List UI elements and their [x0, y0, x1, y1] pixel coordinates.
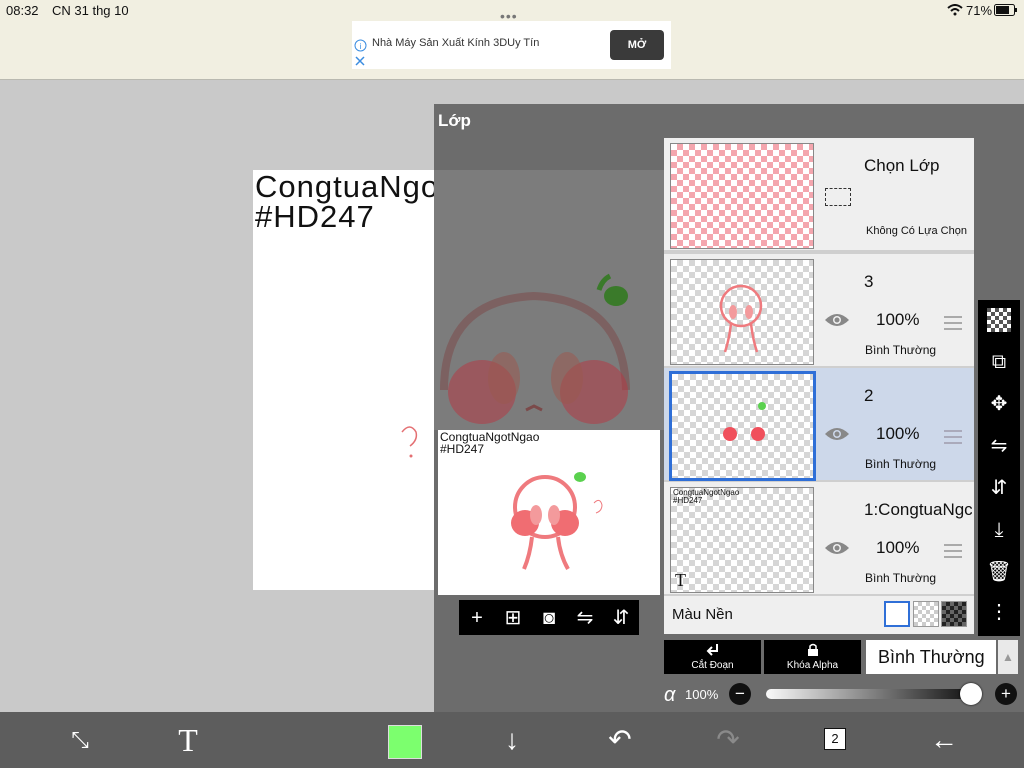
move-icon[interactable]: ✥ — [985, 390, 1013, 418]
thumbnail-text: CongtuaNgotNgao #HD247 — [440, 430, 540, 456]
visibility-eye-icon[interactable] — [824, 540, 850, 556]
transform-layer-icon[interactable]: ⧉ — [985, 348, 1013, 376]
ad-text: Nhà Máy Sản Xuất Kính 3DUy Tín — [372, 37, 540, 49]
layer-item-1[interactable]: CongtuaNgotNgao #HD247 T 1:CongtuaNgc 10… — [664, 482, 974, 594]
transform-eraser-icon[interactable]: ⤡ — [62, 722, 98, 758]
chevron-up-icon[interactable]: ▲ — [998, 640, 1018, 674]
layer-2-blend-mode: Bình Thường — [865, 457, 937, 471]
layer-1-opacity: 100% — [876, 538, 920, 557]
selection-marquee-icon — [825, 188, 851, 206]
alpha-lock-label: Khóa Alpha — [786, 660, 839, 671]
status-time: 08:32 — [6, 3, 39, 18]
merge-down-icon[interactable]: ⤓ — [985, 516, 1013, 544]
flip-horizontal-icon[interactable]: ⇋ — [985, 432, 1013, 460]
duplicate-layer-icon[interactable]: ⊞ — [499, 604, 527, 632]
thumbnail-character-drawing — [511, 472, 603, 570]
undo-icon[interactable]: ↶ — [602, 722, 638, 758]
layer-item-3[interactable]: 3 100% Bình Thường — [664, 254, 974, 366]
visibility-eye-icon[interactable] — [824, 426, 850, 442]
close-icon[interactable] — [355, 56, 365, 66]
checkerboard-icon[interactable] — [987, 308, 1011, 332]
current-color-swatch[interactable] — [388, 725, 422, 759]
layer-3-drawing — [719, 284, 763, 353]
selection-layer-name: Chọn Lớp — [864, 156, 940, 175]
alpha-slider[interactable] — [766, 689, 971, 699]
layer-3-name: 3 — [864, 272, 874, 291]
blend-mode-select[interactable]: Bình Thường — [866, 640, 996, 674]
selection-status: Không Có Lựa Chọn — [866, 225, 967, 237]
layer-1-thumbnail: CongtuaNgotNgao #HD247 T — [670, 487, 814, 593]
arrow-down-icon[interactable]: ↓ — [494, 722, 530, 758]
more-options-icon[interactable]: ⋮ — [985, 598, 1013, 626]
battery-percent: 71% — [966, 3, 993, 18]
layer-list: Chọn Lớp Không Có Lựa Chọn 3 100% Bình T… — [664, 138, 974, 634]
layer-2-thumbnail — [669, 371, 816, 481]
layer-1-thumbnail-text: CongtuaNgotNgao #HD247 — [673, 488, 740, 505]
clip-arrow-icon — [706, 644, 718, 656]
visibility-eye-icon[interactable] — [824, 312, 850, 328]
bottom-toolbar: ⤡ T ↓ ↶ ↷ 2 ← — [0, 712, 1024, 768]
alpha-lock-button[interactable]: Khóa Alpha — [764, 640, 861, 674]
layer-2-drawing — [723, 402, 766, 441]
bg-white-swatch[interactable] — [884, 601, 910, 627]
background-label: Màu Nền — [672, 606, 733, 623]
flip-vertical-icon[interactable]: ⇵ — [985, 474, 1013, 502]
trash-icon[interactable]: 🗑 — [985, 558, 1013, 586]
layer-3-thumbnail — [670, 259, 814, 365]
layers-button[interactable]: 2 — [818, 722, 854, 758]
back-arrow-icon[interactable]: ← — [926, 722, 962, 758]
canvas-question-doodle — [401, 426, 418, 458]
ad-banner[interactable]: i Nhà Máy Sản Xuất Kính 3DUy Tín MỞ — [352, 21, 671, 69]
drag-handle-icon[interactable] — [944, 430, 962, 444]
thumbnail-toolbar: + ⊞ ◙ ⇋ ⇵ — [459, 600, 639, 635]
lock-icon — [807, 643, 818, 656]
background-layer[interactable]: Màu Nền — [664, 596, 974, 634]
wifi-icon — [947, 4, 963, 16]
text-tool-icon[interactable]: T — [170, 722, 206, 758]
selection-layer[interactable]: Chọn Lớp Không Có Lựa Chọn — [664, 138, 974, 250]
layer-3-opacity: 100% — [876, 310, 920, 329]
selection-layer-thumbnail — [670, 143, 814, 249]
alpha-value: 100% — [685, 687, 719, 702]
add-layer-icon[interactable]: + — [463, 604, 491, 632]
clip-label: Cắt Đoạn — [691, 660, 734, 671]
alpha-decrease-button[interactable]: − — [729, 683, 751, 705]
clip-button[interactable]: Cắt Đoạn — [664, 640, 761, 674]
drag-handle-icon[interactable] — [944, 316, 962, 330]
layer-2-name: 2 — [864, 386, 874, 405]
camera-icon[interactable]: ◙ — [535, 604, 563, 632]
alpha-slider-handle[interactable] — [960, 683, 982, 705]
bg-dark-swatch[interactable] — [941, 601, 967, 627]
drag-handle-icon[interactable] — [944, 544, 962, 558]
flip-vertical-icon[interactable]: ⇵ — [607, 604, 635, 632]
alpha-symbol: α — [664, 684, 676, 706]
layer-3-blend-mode: Bình Thường — [865, 343, 937, 357]
character-preview-drawing — [440, 273, 630, 424]
status-date: CN 31 thg 10 — [52, 3, 129, 18]
redo-icon[interactable]: ↷ — [710, 722, 746, 758]
layer-item-2[interactable]: 2 100% Bình Thường — [664, 368, 974, 481]
bg-transparent-swatch[interactable] — [913, 601, 939, 627]
flip-horizontal-icon[interactable]: ⇋ — [571, 604, 599, 632]
layer-1-name: 1:CongtuaNgc — [864, 500, 972, 519]
layer-side-toolbar: ⧉ ✥ ⇋ ⇵ ⤓ 🗑 ⋮ — [978, 300, 1020, 636]
layers-count: 2 — [824, 728, 846, 750]
info-icon[interactable]: i — [354, 39, 367, 52]
layer-1-blend-mode: Bình Thường — [865, 571, 937, 585]
panel-title: Lớp — [438, 111, 471, 130]
svg-text:i: i — [360, 42, 362, 51]
text-layer-icon: T — [675, 570, 686, 590]
battery-icon — [994, 4, 1017, 16]
layer-2-opacity: 100% — [876, 424, 920, 443]
alpha-increase-button[interactable]: + — [995, 683, 1017, 705]
ad-open-button[interactable]: MỞ — [610, 30, 664, 60]
